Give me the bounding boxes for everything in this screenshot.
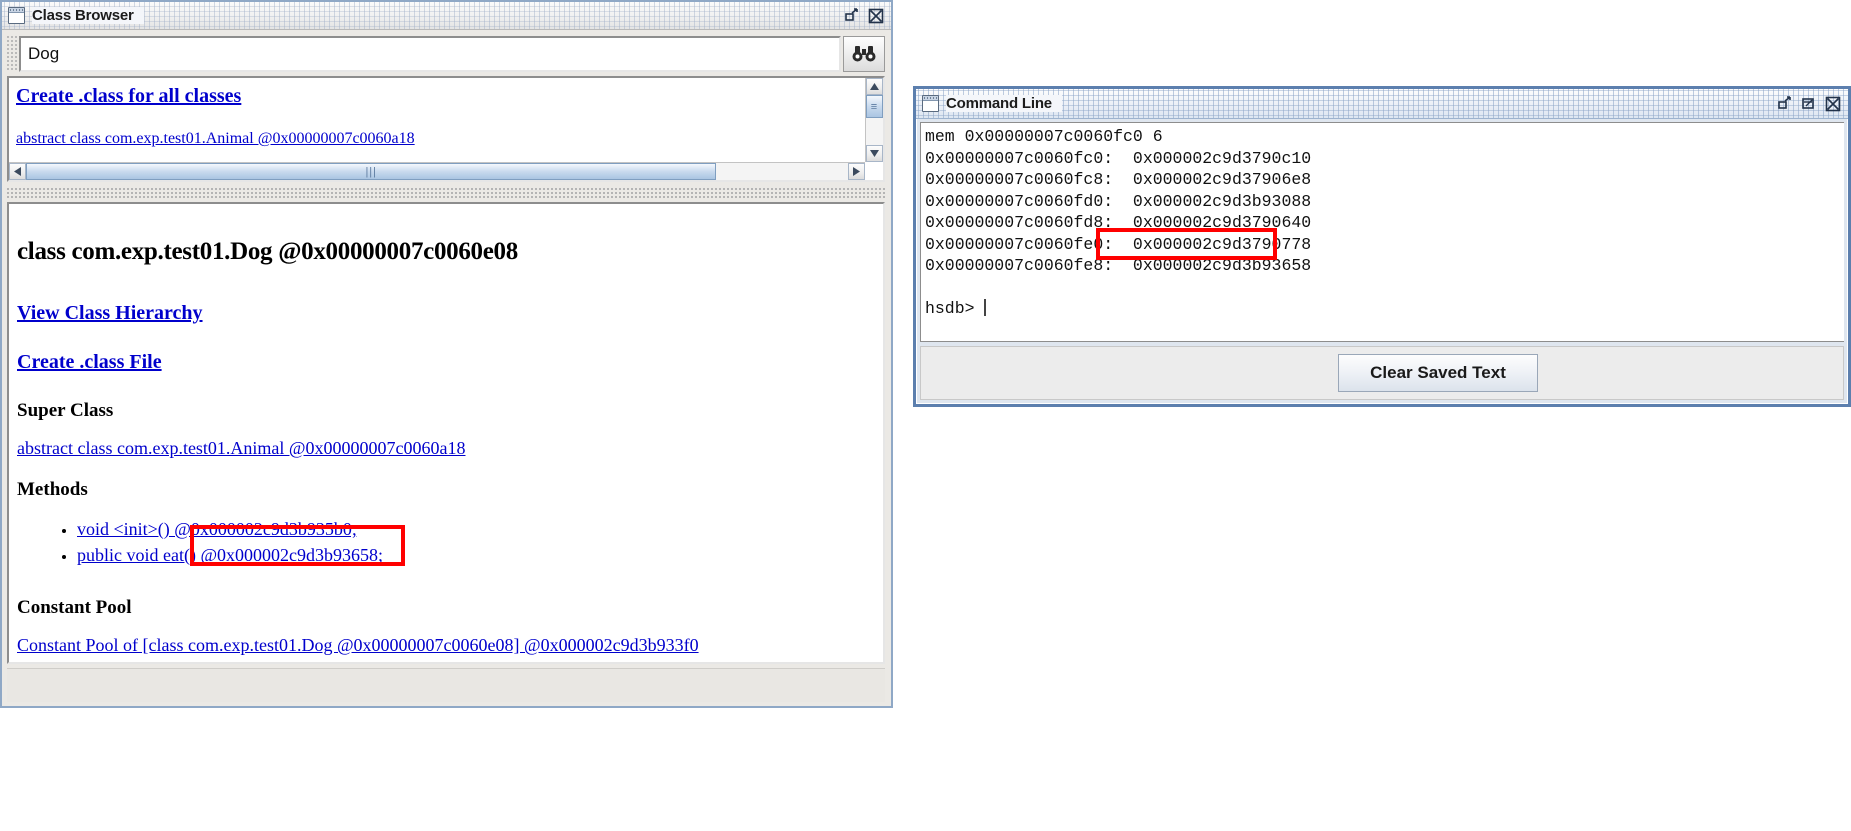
class-browser-window: Class Browser Dog Create .class for all … bbox=[0, 0, 893, 708]
create-class-file-link[interactable]: Create .class File bbox=[17, 351, 162, 374]
class-tree-panel: Create .class for all classes abstract c… bbox=[7, 76, 885, 182]
binoculars-icon[interactable] bbox=[843, 36, 885, 72]
toolbar-grip[interactable] bbox=[7, 36, 17, 72]
method-list-item: public void eat() @0x000002c9d3b93658; bbox=[77, 545, 871, 566]
search-row bbox=[7, 36, 885, 72]
window-icon bbox=[922, 95, 939, 112]
split-pane-divider[interactable] bbox=[7, 188, 885, 200]
method-list-item: void <init>() @0x000002c9d3b935b0; bbox=[77, 519, 871, 540]
command-line-title: Command Line bbox=[946, 95, 1062, 112]
restore-button[interactable] bbox=[1777, 96, 1792, 111]
scroll-up-icon[interactable] bbox=[866, 78, 883, 95]
class-detail-content: class com.exp.test01.Dog @0x00000007c006… bbox=[9, 204, 883, 662]
class-browser-status-bar bbox=[7, 668, 885, 702]
command-line-body: mem 0x00000007c0060fc0 6 0x00000007c0060… bbox=[920, 122, 1844, 400]
command-line-button-bar: Clear Saved Text bbox=[920, 346, 1844, 400]
create-class-for-all-classes-link[interactable]: Create .class for all classes bbox=[16, 85, 865, 108]
tree-vertical-scrollbar[interactable]: ≡ bbox=[865, 78, 883, 162]
tree-hscroll-track[interactable]: ||| bbox=[26, 163, 848, 180]
class-heading: class com.exp.test01.Dog @0x00000007c006… bbox=[17, 238, 518, 265]
super-class-link[interactable]: abstract class com.exp.test01.Animal @0x… bbox=[17, 438, 465, 459]
scroll-thumb-grip: ≡ bbox=[870, 100, 879, 113]
command-line-titlebar[interactable]: Command Line bbox=[916, 89, 1848, 119]
tree-vscroll-track[interactable]: ≡ bbox=[866, 95, 883, 145]
text-caret bbox=[984, 299, 987, 316]
scroll-left-icon[interactable] bbox=[9, 163, 26, 180]
class-browser-titlebar[interactable]: Class Browser bbox=[2, 2, 891, 30]
methods-label: Methods bbox=[17, 479, 88, 500]
method-link-eat[interactable]: public void eat() @0x000002c9d3b93658; bbox=[77, 545, 383, 566]
close-button[interactable] bbox=[868, 8, 884, 24]
command-line-output-text: mem 0x00000007c0060fc0 6 0x00000007c0060… bbox=[925, 127, 1312, 318]
method-link-init[interactable]: void <init>() @0x000002c9d3b935b0; bbox=[77, 519, 357, 540]
scroll-right-icon[interactable] bbox=[848, 163, 865, 180]
tree-vscroll-thumb[interactable]: ≡ bbox=[866, 95, 883, 118]
command-line-window-buttons bbox=[1777, 96, 1844, 112]
class-browser-title: Class Browser bbox=[32, 7, 144, 24]
command-line-output[interactable]: mem 0x00000007c0060fc0 6 0x00000007c0060… bbox=[920, 122, 1844, 342]
clear-saved-text-button[interactable]: Clear Saved Text bbox=[1338, 354, 1538, 392]
view-class-hierarchy-link[interactable]: View Class Hierarchy bbox=[17, 302, 203, 325]
class-detail-panel: class com.exp.test01.Dog @0x00000007c006… bbox=[7, 202, 885, 664]
tree-hscroll-thumb[interactable]: ||| bbox=[26, 163, 717, 180]
search-input[interactable] bbox=[19, 36, 841, 72]
class-browser-body: Create .class for all classes abstract c… bbox=[2, 30, 891, 706]
command-line-window: Command Line mem 0x00000007c0060fc0 6 0x… bbox=[913, 86, 1851, 407]
scroll-down-icon[interactable] bbox=[866, 145, 883, 162]
constant-pool-label: Constant Pool bbox=[17, 597, 132, 618]
class-tree-content: Create .class for all classes abstract c… bbox=[9, 78, 865, 162]
scroll-thumb-grip: ||| bbox=[365, 165, 378, 178]
tree-item-animal-class[interactable]: abstract class com.exp.test01.Animal @0x… bbox=[16, 130, 865, 148]
constant-pool-link[interactable]: Constant Pool of [class com.exp.test01.D… bbox=[17, 635, 699, 656]
maximize-button[interactable] bbox=[1801, 96, 1816, 111]
tree-horizontal-scrollbar[interactable]: ||| bbox=[9, 162, 865, 180]
methods-list: void <init>() @0x000002c9d3b935b0; publi… bbox=[17, 519, 871, 566]
restore-button[interactable] bbox=[844, 8, 859, 23]
close-button[interactable] bbox=[1825, 96, 1841, 112]
screen: Class Browser Dog Create .class for all … bbox=[0, 0, 1851, 831]
class-browser-window-buttons bbox=[844, 8, 887, 24]
window-icon bbox=[8, 7, 25, 24]
super-class-label: Super Class bbox=[17, 400, 114, 421]
